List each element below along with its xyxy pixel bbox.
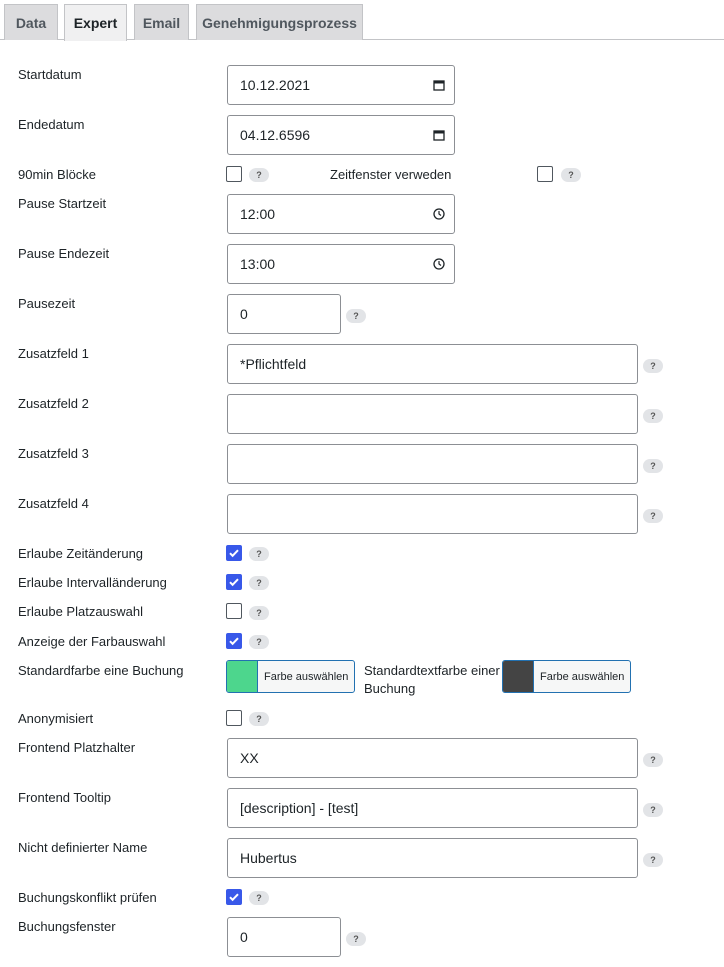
checkmark-icon (229, 578, 239, 587)
startdatum-input[interactable]: 10.12.2021 (227, 65, 455, 105)
pause-ende-label: Pause Endezeit (18, 246, 110, 261)
pause-start-input[interactable]: 12:00 (227, 194, 455, 234)
tab-data-label: Data (15, 14, 47, 31)
checkmark-icon (229, 637, 239, 646)
zusatz3-input[interactable] (227, 444, 638, 484)
buchungsfenster-input[interactable]: 0 (227, 917, 341, 957)
pausezeit-label: Pausezeit (18, 296, 76, 311)
zeitaenderung-label: Erlaube Zeitänderung (18, 546, 144, 561)
tab-genehmigungsprozess-label: Genehmigungsprozess (202, 14, 357, 31)
help-icon[interactable]: ? (249, 635, 269, 649)
tab-email-label: Email (142, 14, 181, 31)
platzauswahl-label: Erlaube Platzauswahl (18, 604, 144, 619)
checkmark-icon (229, 893, 239, 902)
pause-start-label: Pause Startzeit (18, 196, 107, 211)
help-icon[interactable]: ? (643, 753, 663, 767)
zusatz2-input[interactable] (227, 394, 638, 434)
help-icon[interactable]: ? (561, 168, 581, 182)
intervallaenderung-label: Erlaube Intervalländerung (18, 575, 167, 590)
calendar-icon[interactable] (424, 66, 454, 104)
intervallaenderung-checkbox[interactable] (226, 574, 242, 590)
help-icon[interactable]: ? (643, 409, 663, 423)
tooltip-input[interactable]: [description] - [test] (227, 788, 638, 828)
help-icon[interactable]: ? (346, 309, 366, 323)
standardfarbe-label: Standardfarbe eine Buchung (18, 663, 184, 678)
help-icon[interactable]: ? (249, 576, 269, 590)
konflikt-label: Buchungskonflikt prüfen (18, 890, 157, 905)
anonymisiert-checkbox[interactable] (226, 710, 242, 726)
standardtextfarbe-label: Standardtextfarbe einer Buchung (364, 662, 500, 698)
farbauswahl-label: Anzeige der Farbauswahl (18, 634, 166, 649)
help-icon[interactable]: ? (643, 803, 663, 817)
startdatum-value: 10.12.2021 (240, 77, 311, 93)
standardtextfarbe-label-line2: Buchung (364, 681, 416, 696)
help-icon[interactable]: ? (249, 712, 269, 726)
clock-icon[interactable] (424, 245, 454, 283)
standardfarbe-swatch (227, 661, 258, 692)
help-icon[interactable]: ? (643, 459, 663, 473)
tab-genehmigungsprozess[interactable]: Genehmigungsprozess (196, 4, 363, 40)
help-icon[interactable]: ? (643, 359, 663, 373)
endedatum-value: 04.12.6596 (240, 127, 311, 143)
pause-ende-input[interactable]: 13:00 (227, 244, 455, 284)
zusatz1-label: Zusatzfeld 1 (18, 346, 89, 361)
konflikt-checkbox[interactable] (226, 889, 242, 905)
farbauswahl-checkbox[interactable] (226, 633, 242, 649)
pausezeit-value: 0 (240, 306, 248, 322)
clock-icon[interactable] (424, 195, 454, 233)
help-icon[interactable]: ? (643, 853, 663, 867)
pause-ende-value: 13:00 (240, 256, 276, 272)
platzhalter-input[interactable]: XX (227, 738, 638, 778)
help-icon[interactable]: ? (643, 509, 663, 523)
endedatum-label: Endedatum (18, 117, 85, 132)
standardfarbe-button-label: Farbe auswählen (264, 670, 349, 683)
pause-start-value: 12:00 (240, 206, 276, 222)
standardtextfarbe-label-line1: Standardtextfarbe einer (364, 663, 500, 678)
zusatz4-input[interactable] (227, 494, 638, 534)
zeitfenster-checkbox[interactable] (537, 166, 553, 182)
help-icon[interactable]: ? (249, 891, 269, 905)
nicht-definiert-input[interactable]: Hubertus (227, 838, 638, 878)
tooltip-value: [description] - [test] (240, 800, 359, 816)
zeitaenderung-checkbox[interactable] (226, 545, 242, 561)
standardfarbe-color-button[interactable]: Farbe auswählen (226, 660, 356, 693)
zusatz3-label: Zusatzfeld 3 (18, 446, 89, 461)
zusatz2-label: Zusatzfeld 2 (18, 396, 89, 411)
tab-data[interactable]: Data (4, 4, 58, 40)
nicht-definiert-label: Nicht definierter Name (18, 840, 148, 855)
platzhalter-value: XX (240, 750, 259, 766)
zeitfenster-label: Zeitfenster verweden (330, 167, 452, 182)
tab-expert[interactable]: Expert (64, 4, 127, 41)
standardtextfarbe-button-label: Farbe auswählen (540, 670, 625, 683)
help-icon[interactable]: ? (249, 606, 269, 620)
pausezeit-input[interactable]: 0 (227, 294, 341, 334)
bloecke90-checkbox[interactable] (226, 166, 242, 182)
endedatum-input[interactable]: 04.12.6596 (227, 115, 455, 155)
buchungsfenster-label: Buchungsfenster (18, 919, 116, 934)
zusatz1-input[interactable]: *Pflichtfeld (227, 344, 638, 384)
tab-email[interactable]: Email (134, 4, 189, 40)
platzhalter-label: Frontend Platzhalter (18, 740, 136, 755)
bloecke90-label: 90min Blöcke (18, 167, 97, 182)
help-icon[interactable]: ? (346, 932, 366, 946)
calendar-icon[interactable] (424, 116, 454, 154)
nicht-definiert-value: Hubertus (240, 850, 297, 866)
buchungsfenster-value: 0 (240, 929, 248, 945)
anonymisiert-label: Anonymisiert (18, 711, 94, 726)
help-icon[interactable]: ? (249, 168, 269, 182)
help-icon[interactable]: ? (249, 547, 269, 561)
startdatum-label: Startdatum (18, 67, 82, 82)
standardtextfarbe-swatch (503, 661, 534, 692)
tab-bar: Data Expert Email Genehmigungsprozess (0, 0, 724, 41)
zusatz4-label: Zusatzfeld 4 (18, 496, 89, 511)
checkmark-icon (229, 549, 239, 558)
tooltip-label: Frontend Tooltip (18, 790, 111, 805)
tab-expert-label: Expert (73, 15, 118, 31)
standardtextfarbe-color-button[interactable]: Farbe auswählen (502, 660, 632, 693)
zusatz1-value: *Pflichtfeld (240, 356, 307, 372)
platzauswahl-checkbox[interactable] (226, 603, 242, 619)
